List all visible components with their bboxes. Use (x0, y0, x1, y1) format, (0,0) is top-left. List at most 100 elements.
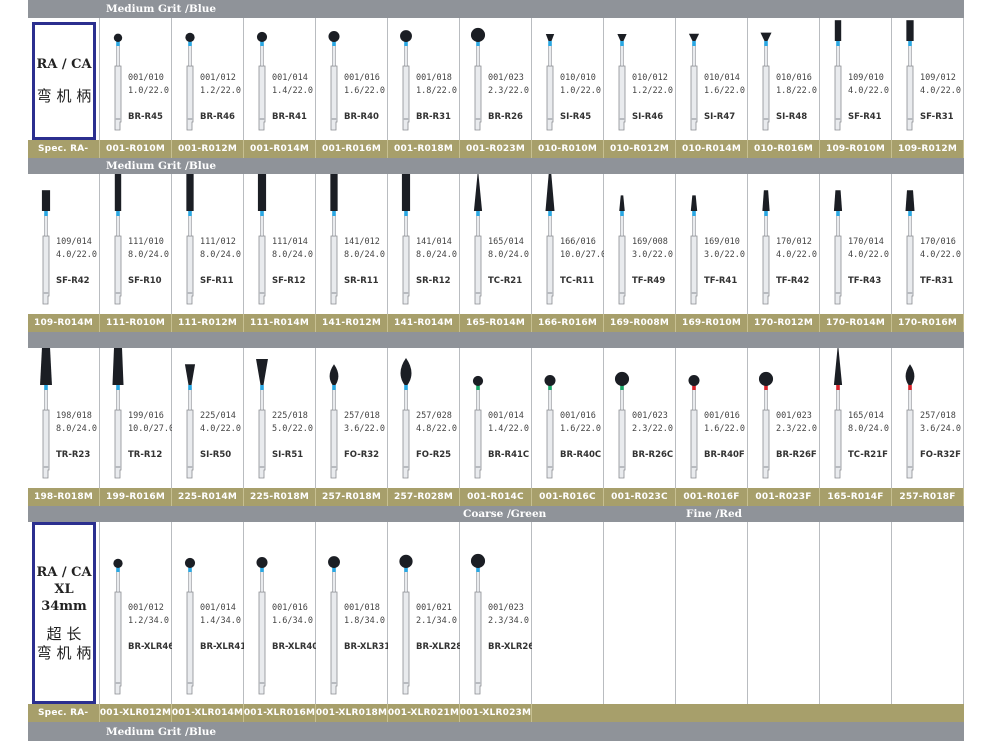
iso-code: 169/010 (704, 236, 740, 247)
product-cell: 001/010 1.0/22.0 BR-R45 (100, 18, 172, 140)
burr-head (399, 554, 413, 568)
product-cell: 001/012 1.2/34.0 BR-XLR46 (100, 522, 175, 704)
product-cell: 257/018 3.6/22.0 FO-R32 (316, 348, 388, 488)
dimensions: 4.0/22.0 (848, 249, 889, 260)
iso-code: 001/014 (272, 72, 308, 83)
product-cell: 010/010 1.0/22.0 SI-R45 (532, 18, 604, 140)
burr-head (688, 33, 700, 41)
burr-notch (259, 292, 265, 294)
product-cell: 198/018 8.0/24.0 TR-R23 (28, 348, 100, 488)
label-line: RA / CA (36, 57, 92, 72)
burr-neck (188, 387, 192, 411)
burr-head (113, 558, 123, 568)
band-label-coarse: Coarse /Green (463, 508, 547, 520)
product-code: 169-R010M (676, 314, 748, 332)
burr-notch (259, 118, 265, 120)
grit-band-top: Medium Grit /Blue (28, 0, 964, 18)
label-line: 弯 机 柄 (36, 87, 92, 105)
burr-notch (619, 292, 625, 294)
burr-illustration (472, 375, 484, 479)
product-code: 001-R012M (172, 140, 244, 158)
grit-ring (692, 211, 696, 216)
dimensions: 1.8/22.0 (416, 85, 457, 96)
burr-illustration (184, 557, 196, 695)
burr-notch (259, 466, 265, 468)
burr-neck (332, 213, 336, 237)
burr-shank (474, 65, 482, 131)
product-cell: 001/016 1.6/34.0 BR-XLR40 (244, 522, 319, 704)
burr-notch (187, 466, 193, 468)
product-cell: 257/028 4.8/22.0 FO-R25 (388, 348, 460, 488)
model-name: BR-XLR40 (272, 642, 319, 653)
iso-code: 010/010 (560, 72, 596, 83)
model-name: SF-R42 (56, 275, 90, 286)
burr-neck (404, 569, 408, 593)
iso-code: 169/008 (632, 236, 668, 247)
burr-illustration (184, 364, 196, 479)
burr-neck (260, 569, 264, 593)
burr-neck (404, 387, 408, 411)
grit-ring (116, 385, 120, 390)
product-code: 001-R016M (316, 140, 388, 158)
product-code: 001-XLR012M (100, 704, 172, 722)
band-label-fine: Fine /Red (686, 508, 742, 520)
iso-code: 001/014 (488, 410, 524, 421)
model-name: SF-R31 (920, 111, 954, 122)
product-cell: 111/014 8.0/24.0 SF-R12 (244, 174, 316, 314)
product-code: 141-R012M (316, 314, 388, 332)
iso-code: 109/010 (848, 72, 884, 83)
burr-illustration (617, 34, 627, 131)
product-cell: 165/014 8.0/24.0 TC-R21 (460, 174, 532, 314)
product-cell: 001/016 1.6/22.0 BR-R40C (532, 348, 604, 488)
burr-head (544, 374, 556, 386)
product-code: 001-R018M (388, 140, 460, 158)
burr-notch (619, 118, 625, 120)
burr-head (40, 348, 52, 385)
burr-shank (402, 591, 410, 695)
product-cell: 001/018 1.8/34.0 BR-XLR31 (316, 522, 391, 704)
burr-head (834, 20, 842, 41)
model-name: BR-XLR31 (344, 642, 391, 653)
burr-illustration (545, 34, 555, 131)
grit-ring (548, 211, 552, 216)
product-code: 001-XLR016M (244, 704, 316, 722)
grit-ring (116, 211, 120, 216)
product-cell: 111/010 8.0/24.0 SF-R10 (100, 174, 172, 314)
model-name: TC-R11 (560, 275, 595, 286)
burr-neck (44, 213, 48, 237)
label-line: 超 长 (46, 624, 82, 643)
burr-illustration (401, 174, 411, 305)
label-line: XL (54, 581, 74, 597)
product-code: 001-R010M (100, 140, 172, 158)
product-code: 141-R014M (388, 314, 460, 332)
iso-code: 001/018 (344, 603, 380, 614)
burr-illustration (762, 190, 770, 305)
grit-ring (836, 41, 840, 46)
dimensions: 3.6/24.0 (920, 423, 961, 434)
grit-ring (44, 211, 48, 216)
iso-code: 111/010 (128, 236, 164, 247)
burr-head (545, 34, 555, 41)
product-code: 257-R018M (316, 488, 388, 506)
product-cell: 141/014 8.0/24.0 SR-R12 (388, 174, 460, 314)
model-name: BR-XLR46 (128, 642, 175, 653)
model-name: TF-R42 (776, 275, 810, 286)
burr-neck (332, 387, 336, 411)
product-cell: 001/023 2.3/22.0 BR-R26C (604, 348, 676, 488)
iso-code: 109/014 (56, 236, 92, 247)
product-row-2: 109/014 4.0/22.0 SF-R42 111/010 8.0/24.0 SF-R… (28, 174, 964, 314)
burr-head (256, 556, 268, 568)
dimensions: 2.3/34.0 (488, 616, 529, 627)
burr-notch (691, 292, 697, 294)
product-cell: 001/023 2.3/22.0 BR-R26 (460, 18, 532, 140)
product-code: 109-R010M (820, 140, 892, 158)
burr-neck (476, 213, 480, 237)
burr-neck (836, 387, 840, 411)
burr-neck (44, 387, 48, 411)
burr-head (758, 371, 774, 386)
burr-illustration (688, 33, 700, 131)
model-name: BR-R26F (776, 449, 817, 460)
burr-neck (836, 213, 840, 237)
burr-head (256, 31, 268, 42)
dimensions: 1.4/22.0 (272, 85, 313, 96)
